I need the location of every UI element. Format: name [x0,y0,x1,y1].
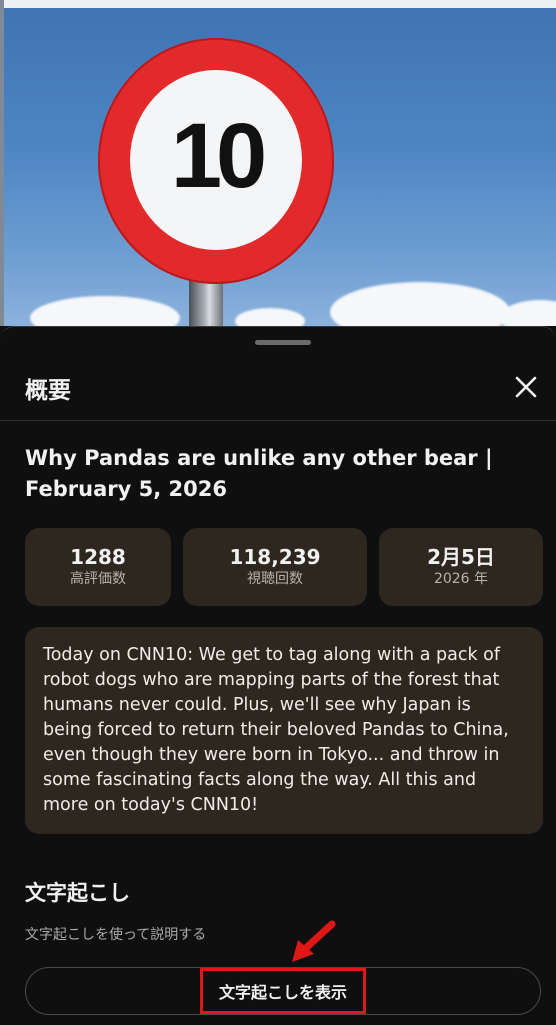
sheet-title: 概要 [25,378,71,404]
stat-views: 118,239 視聴回数 [183,528,367,606]
stat-value: 118,239 [229,545,321,569]
description-text[interactable]: Today on CNN10: We get to tag along with… [25,627,543,834]
speed-sign-face: 10 [130,70,302,250]
divider [0,420,556,421]
stat-value: 1288 [70,545,126,569]
cloud [500,300,556,326]
video-frame-edge [0,0,556,8]
show-transcript-button[interactable]: 文字起こしを表示 [25,967,541,1015]
cloud [330,282,510,326]
stat-value: 2月5日 [427,545,495,569]
transcript-subtitle: 文字起こしを使って説明する [25,927,207,943]
drag-handle[interactable] [255,340,311,345]
video-player[interactable]: 10 [0,0,556,326]
close-icon [515,376,537,398]
show-transcript-label: 文字起こしを表示 [199,968,366,1014]
transcript-heading: 文字起こし [25,881,130,905]
close-button[interactable] [510,371,542,403]
description-sheet: 概要 Why Pandas are unlike any other bear … [0,326,556,1025]
annotation-arrow-icon [292,920,336,962]
stat-label: 高評価数 [70,571,126,587]
speed-sign-number: 10 [170,105,267,207]
stat-label: 視聴回数 [247,571,303,587]
stat-likes: 1288 高評価数 [25,528,171,606]
cloud [30,296,180,326]
stat-label: 2026 年 [433,571,489,587]
cloud [235,308,305,326]
stat-date: 2月5日 2026 年 [379,528,543,606]
video-frame-edge-left [0,0,4,326]
video-title: Why Pandas are unlike any other bear | F… [25,446,493,501]
